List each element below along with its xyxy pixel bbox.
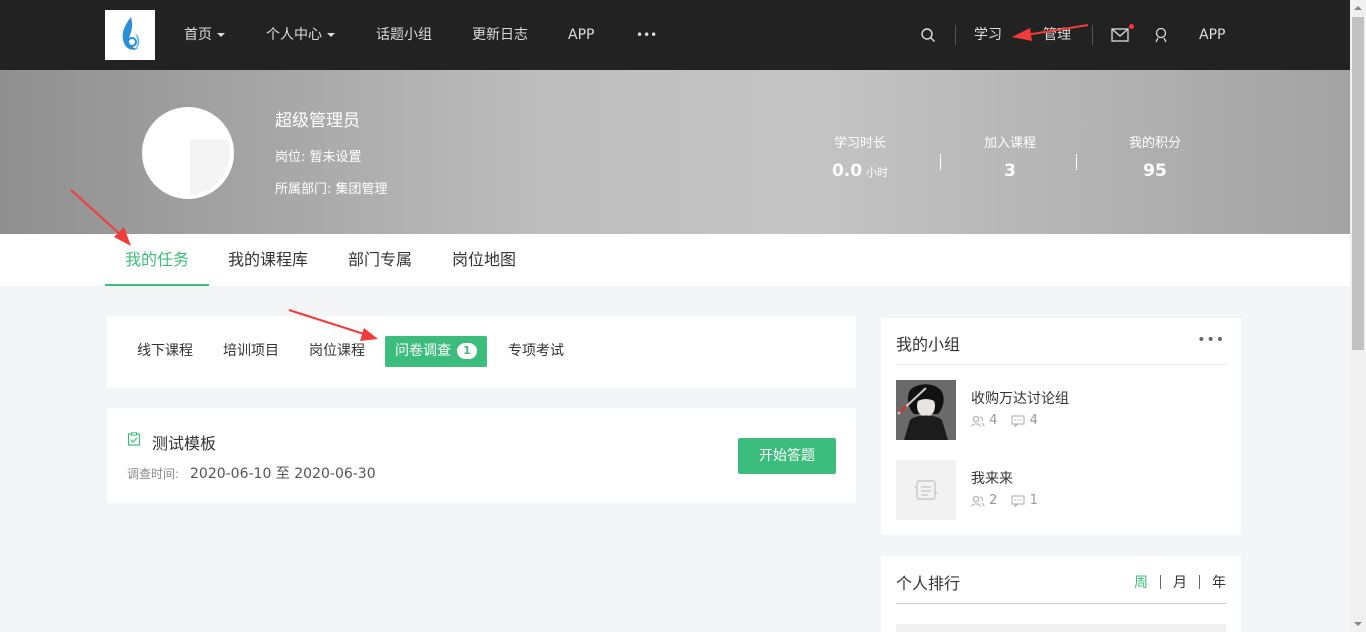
- my-groups-panel: 我的小组 ••• 收购万达讨论组 4 4 我来来 2 1: [881, 318, 1241, 535]
- survey-card: 测试模板 调查时间: 2020-06-10 至 2020-06-30 开始答题: [107, 408, 856, 503]
- notification-dot: [1129, 24, 1134, 29]
- tab-my-course-library[interactable]: 我的课程库: [222, 234, 314, 286]
- user-department: 所属部门: 集团管理: [275, 182, 388, 197]
- comments-icon: [1011, 415, 1025, 427]
- rank-tab-year[interactable]: 年: [1212, 572, 1226, 592]
- search-icon[interactable]: [918, 25, 938, 45]
- subtab-survey[interactable]: 问卷调查 1: [385, 336, 487, 367]
- nav-changelog[interactable]: 更新日志: [472, 0, 528, 70]
- subtab-position-course[interactable]: 岗位课程: [309, 336, 365, 367]
- more-options-icon[interactable]: •••: [1197, 332, 1225, 348]
- rank-tab-month[interactable]: 月: [1173, 572, 1187, 592]
- scroll-up-arrow[interactable]: [1354, 6, 1362, 10]
- comments-icon: [1011, 495, 1025, 507]
- nav-divider: [1092, 25, 1093, 45]
- survey-count-badge: 1: [457, 343, 477, 359]
- nav-personal-center[interactable]: 个人中心: [266, 0, 335, 70]
- nav-divider: [955, 25, 956, 45]
- stat-divider: [1076, 154, 1077, 170]
- group-meta: 2 1: [971, 493, 1038, 508]
- rank-tab-week[interactable]: 周: [1134, 572, 1148, 592]
- ranking-title: 个人排行: [896, 574, 961, 593]
- subtab-training-project[interactable]: 培训项目: [223, 336, 279, 367]
- group-name[interactable]: 收购万达讨论组: [971, 388, 1069, 408]
- tab-position-map[interactable]: 岗位地图: [444, 234, 524, 286]
- divider: [896, 603, 1226, 604]
- site-logo[interactable]: [105, 10, 155, 60]
- stat-points: 我的积分 95: [1128, 136, 1181, 181]
- nav-manage[interactable]: 管理: [1043, 0, 1071, 70]
- subtab-offline-course[interactable]: 线下课程: [137, 336, 193, 367]
- document-placeholder-icon: [914, 480, 938, 500]
- chevron-down-icon: [327, 33, 335, 37]
- main-tabs: 我的任务 我的课程库 部门专属 岗位地图: [0, 234, 1350, 286]
- nav-app-right[interactable]: APP: [1199, 0, 1225, 70]
- task-type-panel: 线下课程 培训项目 岗位课程 问卷调查 1 专项考试: [107, 316, 856, 388]
- group-image[interactable]: [896, 380, 956, 440]
- survey-time-label: 调查时间:: [127, 467, 180, 481]
- survey-title: 测试模板: [152, 434, 217, 453]
- stat-courses: 加入课程 3: [983, 136, 1036, 181]
- user-name: 超级管理员: [275, 111, 360, 131]
- user-position: 岗位: 暂未设置: [275, 150, 362, 165]
- profile-banner: 超级管理员 岗位: 暂未设置 所属部门: 集团管理 学习时长 0.0 小时 加入课…: [0, 70, 1350, 234]
- page-scrollbar[interactable]: [1350, 0, 1366, 632]
- nav-app[interactable]: APP: [568, 0, 594, 70]
- members-icon: [971, 495, 985, 507]
- tab-department[interactable]: 部门专属: [340, 234, 420, 286]
- nav-more[interactable]: •••: [636, 0, 657, 70]
- scroll-thumb[interactable]: [1352, 17, 1364, 350]
- members-icon: [971, 415, 985, 427]
- nav-study[interactable]: 学习: [974, 0, 1002, 70]
- nav-topic-groups[interactable]: 话题小组: [376, 0, 432, 70]
- stat-divider: [940, 154, 941, 170]
- groups-title: 我的小组: [896, 335, 961, 354]
- subtab-special-exam[interactable]: 专项考试: [508, 336, 564, 367]
- top-navbar: 首页 个人中心 话题小组 更新日志 APP ••• 学习 管理 APP: [0, 0, 1350, 70]
- stat-study-time: 学习时长 0.0 小时: [831, 136, 889, 181]
- user-icon[interactable]: [1151, 25, 1171, 45]
- ranking-period-tabs: 周 月 年: [1134, 572, 1226, 592]
- flame-logo-icon: [122, 17, 140, 50]
- scroll-down-arrow[interactable]: [1354, 622, 1362, 626]
- tab-my-tasks[interactable]: 我的任务: [105, 234, 209, 286]
- group-image-placeholder[interactable]: [896, 460, 956, 520]
- nav-home[interactable]: 首页: [184, 0, 225, 70]
- survey-icon: [127, 432, 141, 446]
- ranking-panel: 个人排行 周 月 年: [881, 556, 1241, 632]
- group-name[interactable]: 我来来: [971, 468, 1013, 488]
- start-answer-button[interactable]: 开始答题: [738, 438, 836, 474]
- ranking-list-top: [896, 624, 1226, 632]
- chevron-down-icon: [217, 33, 225, 37]
- divider: [896, 364, 1226, 365]
- mail-icon[interactable]: [1110, 25, 1130, 45]
- survey-time-range: 2020-06-10 至 2020-06-30: [190, 466, 376, 482]
- group-meta: 4 4: [971, 413, 1038, 428]
- avatar[interactable]: [142, 107, 234, 199]
